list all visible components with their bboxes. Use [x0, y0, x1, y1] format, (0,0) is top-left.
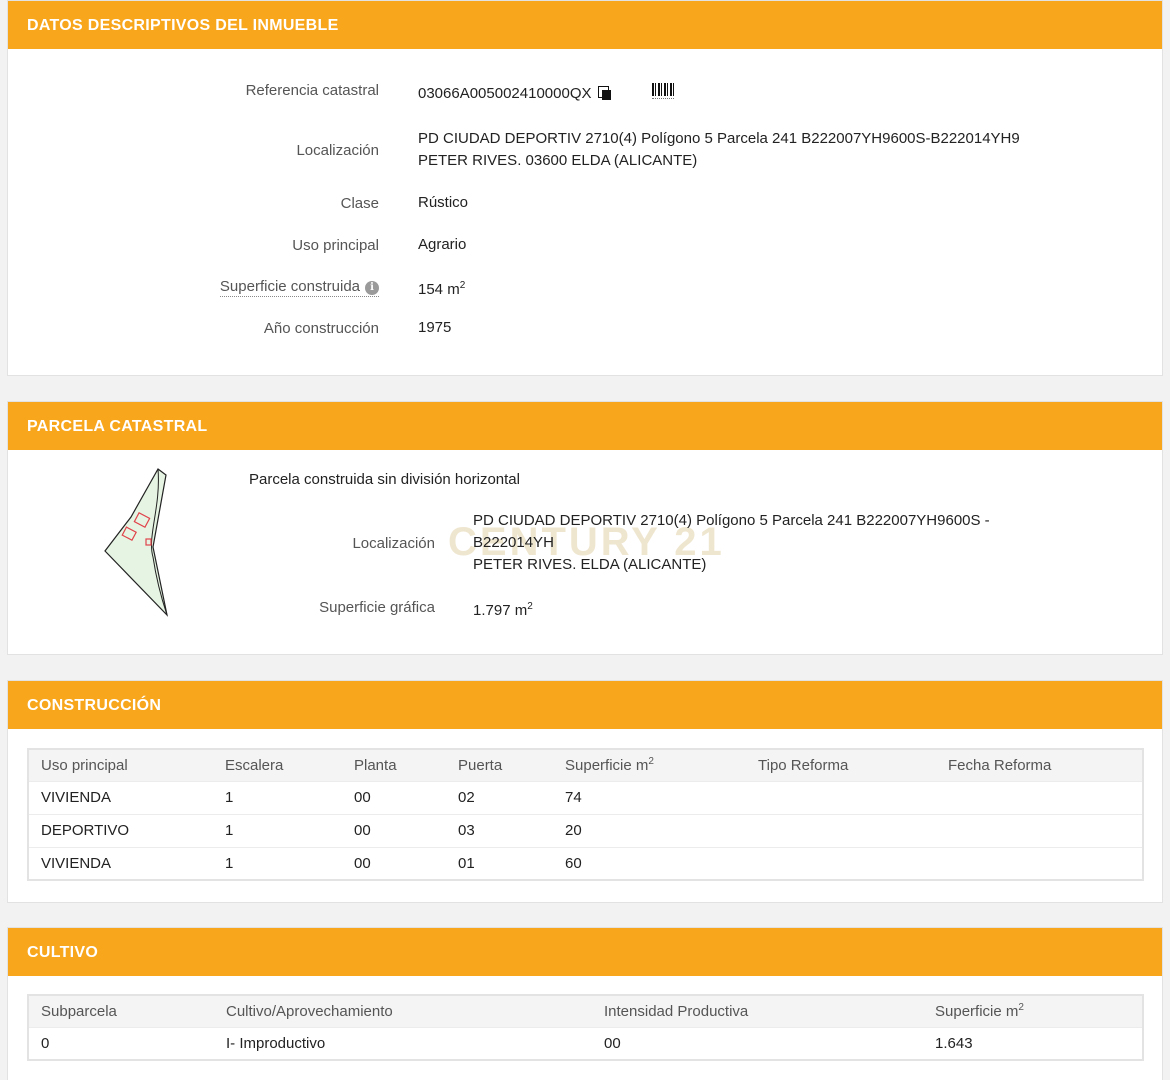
- cell-escalera: 1: [213, 780, 342, 814]
- cultivo-table: Subparcela Cultivo/Aprovechamiento Inten…: [27, 994, 1144, 1061]
- panel-title: DATOS DESCRIPTIVOS DEL INMUEBLE: [8, 1, 1162, 49]
- cultivo-panel: CULTIVO Subparcela Cultivo/Aprovechamien…: [7, 927, 1163, 1080]
- unit-exponent: 2: [648, 756, 654, 768]
- unit-exponent: 2: [527, 601, 533, 612]
- superficie-construida-label-text: Superficie construida: [219, 278, 360, 295]
- superficie-grafica-label: Superficie gráfica: [319, 599, 435, 616]
- col-subparcela: Subparcela: [28, 995, 214, 1027]
- superficie-construida-label: Superficie construida i: [219, 278, 379, 297]
- superficie-construida-text: Superficie construida i: [219, 278, 379, 297]
- panel-title: PARCELA CATASTRAL: [8, 402, 1162, 450]
- cell-superficie: 60: [553, 846, 746, 880]
- cell-uso: VIVIENDA: [28, 780, 213, 814]
- panel-title: CONSTRUCCIÓN: [8, 681, 1162, 729]
- parcel-map[interactable]: [103, 467, 183, 619]
- parcela-descripcion: Parcela construida sin división horizont…: [249, 471, 520, 488]
- cell-planta: 00: [342, 813, 446, 847]
- cell-puerta: 02: [446, 780, 553, 814]
- referencia-text: 03066A005002410000QX: [418, 85, 592, 102]
- cell-puerta: 03: [446, 813, 553, 847]
- clase-value: Rústico: [418, 194, 469, 211]
- copy-icon[interactable]: [597, 86, 612, 100]
- datos-inmueble-panel: DATOS DESCRIPTIVOS DEL INMUEBLE Referenc…: [7, 0, 1163, 376]
- superficie-construida-value: 154 m2: [418, 275, 465, 301]
- col-cultivo: Cultivo/Aprovechamiento: [214, 995, 592, 1027]
- panel-title: CULTIVO: [8, 928, 1162, 976]
- referencia-value: 03066A005002410000QX: [418, 83, 612, 105]
- localizacion-label: Localización: [296, 142, 379, 159]
- table-header-row: Uso principal Escalera Planta Puerta Sup…: [28, 749, 1143, 781]
- col-fecha-reforma: Fecha Reforma: [936, 749, 1143, 781]
- cell-puerta: 01: [446, 846, 553, 880]
- unit-exponent: 2: [1018, 1002, 1024, 1014]
- table-row: VIVIENDA 1 00 01 60: [28, 846, 1143, 880]
- cell-fecha-reforma: [936, 780, 1143, 814]
- referencia-label: Referencia catastral: [245, 82, 379, 99]
- cell-cultivo: I- Improductivo: [214, 1026, 592, 1060]
- cell-subparcela: 0: [28, 1026, 214, 1060]
- cell-planta: 00: [342, 780, 446, 814]
- cell-superficie: 1.643: [923, 1026, 1143, 1060]
- clase-label: Clase: [340, 195, 379, 212]
- anio-value: 1975: [418, 319, 452, 336]
- parcela-localizacion-value: PD CIUDAD DEPORTIV 2710(4) Polígono 5 Pa…: [473, 510, 990, 576]
- table-row: VIVIENDA 1 00 02 74: [28, 780, 1143, 814]
- superficie-grafica-number: 1.797 m: [473, 602, 528, 619]
- cell-fecha-reforma: [936, 813, 1143, 847]
- parcela-localizacion-label: Localización: [352, 535, 435, 552]
- col-uso: Uso principal: [28, 749, 213, 781]
- col-superficie-text: Superficie m: [565, 757, 649, 775]
- superficie-grafica-value: 1.797 m2: [473, 596, 533, 622]
- info-icon[interactable]: i: [365, 281, 379, 295]
- cell-tipo-reforma: [746, 780, 936, 814]
- col-tipo-reforma: Tipo Reforma: [746, 749, 936, 781]
- parcela-localizacion-line1: PD CIUDAD DEPORTIV 2710(4) Polígono 5 Pa…: [473, 512, 990, 529]
- cell-uso: VIVIENDA: [28, 846, 213, 880]
- table-header-row: Subparcela Cultivo/Aprovechamiento Inten…: [28, 995, 1143, 1027]
- cell-tipo-reforma: [746, 813, 936, 847]
- construccion-table: Uso principal Escalera Planta Puerta Sup…: [27, 748, 1144, 881]
- col-puerta: Puerta: [446, 749, 553, 781]
- cell-intensidad: 00: [592, 1026, 923, 1060]
- parcela-localizacion-line3: PETER RIVES. ELDA (ALICANTE): [473, 556, 707, 573]
- anio-label: Año construcción: [263, 320, 379, 337]
- superficie-construida-number: 154 m: [418, 281, 460, 298]
- parcela-localizacion-line2: B222014YH: [473, 534, 554, 551]
- cell-superficie: 74: [553, 780, 746, 814]
- cell-tipo-reforma: [746, 846, 936, 880]
- parcela-panel: PARCELA CATASTRAL CENTURY 21 Parcela con…: [7, 401, 1163, 655]
- col-superficie: Superficie m2: [553, 749, 746, 781]
- cell-superficie: 20: [553, 813, 746, 847]
- col-superficie-text: Superficie m: [935, 1003, 1019, 1021]
- construccion-panel: CONSTRUCCIÓN Uso principal Escalera Plan…: [7, 680, 1163, 903]
- table-row: DEPORTIVO 1 00 03 20: [28, 813, 1143, 847]
- localizacion-value: PD CIUDAD DEPORTIV 2710(4) Polígono 5 Pa…: [418, 128, 1020, 172]
- barcode-icon[interactable]: [652, 83, 674, 99]
- localizacion-line2: PETER RIVES. 03600 ELDA (ALICANTE): [418, 152, 698, 169]
- col-superficie: Superficie m2: [923, 995, 1143, 1027]
- cell-escalera: 1: [213, 813, 342, 847]
- cell-uso: DEPORTIVO: [28, 813, 213, 847]
- localizacion-line1: PD CIUDAD DEPORTIV 2710(4) Polígono 5 Pa…: [418, 130, 1020, 147]
- uso-label: Uso principal: [292, 237, 379, 254]
- cell-escalera: 1: [213, 846, 342, 880]
- table-row: 0 I- Improductivo 00 1.643: [28, 1026, 1143, 1060]
- uso-value: Agrario: [418, 236, 467, 253]
- unit-exponent: 2: [459, 280, 466, 291]
- cell-planta: 00: [342, 846, 446, 880]
- col-intensidad: Intensidad Productiva: [592, 995, 923, 1027]
- col-escalera: Escalera: [213, 749, 342, 781]
- col-planta: Planta: [342, 749, 446, 781]
- cell-fecha-reforma: [936, 846, 1143, 880]
